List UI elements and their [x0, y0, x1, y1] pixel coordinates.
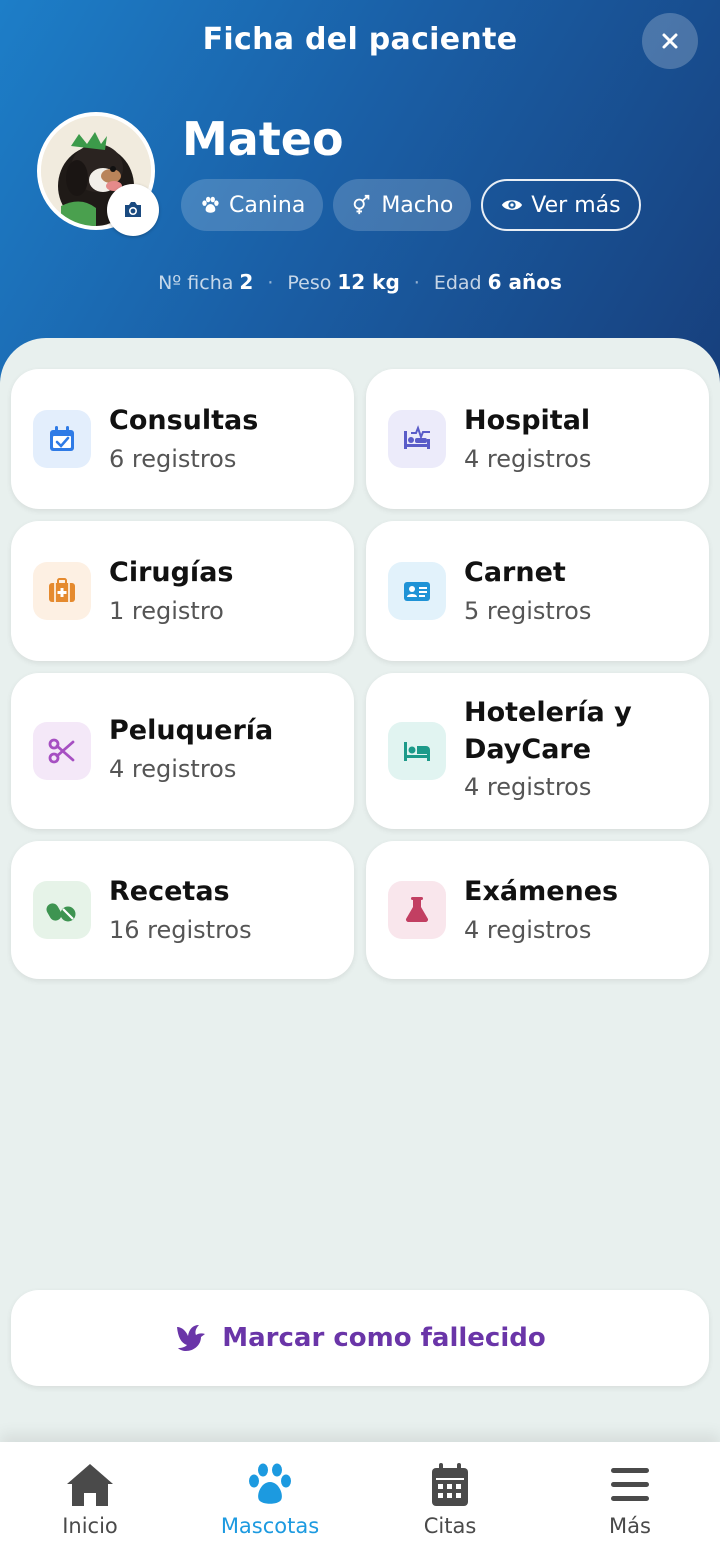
section-count: 4 registros: [464, 445, 592, 473]
sex-label: Macho: [381, 192, 454, 218]
section-count: 4 registros: [464, 773, 592, 801]
nav-label: Mascotas: [220, 1514, 320, 1538]
species-chip: Canina: [181, 179, 324, 231]
ficha-value: 2: [239, 270, 254, 294]
calendar-check-icon: [50, 426, 74, 451]
id-card-icon: [404, 582, 430, 601]
edad-label: Edad: [433, 272, 482, 294]
nav-label: Citas: [423, 1514, 477, 1538]
section-card-peluqueria[interactable]: Peluquería 4 registros: [11, 673, 354, 829]
edad-stat: Edad 6 años: [434, 270, 562, 294]
bottom-navigation: Inicio Mascotas Citas Más: [0, 1442, 720, 1558]
medical-kit-icon: [49, 578, 75, 602]
pet-name: Mateo: [182, 112, 344, 166]
sex-chip: Macho: [333, 179, 472, 231]
hospital-bed-icon: [404, 425, 430, 449]
section-icon-box: [33, 562, 91, 620]
species-label: Canina: [229, 192, 306, 218]
section-card-hoteleria[interactable]: Hotelería y DayCare 4 registros: [366, 673, 709, 829]
section-card-recetas[interactable]: Recetas 16 registros: [11, 841, 354, 979]
section-card-examenes[interactable]: Exámenes 4 registros: [366, 841, 709, 979]
title-bar: Ficha del paciente: [0, 0, 720, 82]
ficha-stat: Nº ficha 2: [158, 270, 253, 294]
peso-stat: Peso 12 kg: [287, 270, 399, 294]
section-count: 1 registro: [109, 597, 224, 625]
section-count: 6 registros: [109, 445, 237, 473]
gender-icon: [354, 194, 370, 215]
mark-deceased-button[interactable]: Marcar como fallecido: [11, 1290, 709, 1386]
paw-icon: [249, 1463, 291, 1504]
section-count: 4 registros: [109, 755, 237, 783]
paw-icon: [202, 196, 219, 213]
section-name: Hotelería y DayCare: [464, 697, 632, 765]
nav-label: Inicio: [62, 1514, 118, 1538]
camera-icon: [125, 202, 141, 217]
section-name: Consultas: [109, 405, 259, 436]
ficha-label: Nº ficha: [158, 272, 234, 294]
section-card-consultas[interactable]: Consultas 6 registros: [11, 369, 354, 509]
section-name: Cirugías: [109, 557, 234, 588]
separator: ·: [267, 272, 274, 294]
section-count: 16 registros: [109, 916, 252, 944]
edad-value: 6 años: [487, 270, 562, 294]
nav-item-mas[interactable]: Más: [540, 1442, 720, 1558]
pet-avatar-container: [37, 112, 159, 236]
page-title: Ficha del paciente: [202, 22, 518, 57]
eye-icon: [502, 200, 523, 210]
section-name: Peluquería: [109, 715, 274, 746]
nav-item-inicio[interactable]: Inicio: [0, 1442, 180, 1558]
section-card-cirugias[interactable]: Cirugías 1 registro: [11, 521, 354, 661]
close-button[interactable]: [642, 13, 698, 69]
flask-icon: [405, 897, 429, 922]
nav-item-citas[interactable]: Citas: [360, 1442, 540, 1558]
mark-deceased-label: Marcar como fallecido: [222, 1323, 546, 1353]
section-name: Carnet: [464, 557, 566, 588]
section-icon-box: [388, 881, 446, 939]
dove-icon: [177, 1325, 206, 1351]
section-icon-box: [33, 881, 91, 939]
peso-value: 12 kg: [337, 270, 400, 294]
section-card-hospital[interactable]: Hospital 4 registros: [366, 369, 709, 509]
bed-icon: [404, 742, 430, 761]
change-photo-button[interactable]: [107, 184, 159, 236]
section-count: 4 registros: [464, 916, 592, 944]
section-icon-box: [388, 410, 446, 468]
view-more-label: Ver más: [531, 192, 621, 218]
separator: ·: [413, 272, 420, 294]
section-icon-box: [33, 410, 91, 468]
calendar-icon: [432, 1463, 468, 1506]
section-icon-box: [388, 562, 446, 620]
menu-icon: [611, 1468, 649, 1501]
section-icon-box: [388, 722, 446, 780]
section-name: Exámenes: [464, 876, 619, 907]
view-more-button[interactable]: Ver más: [481, 179, 641, 231]
home-icon: [67, 1464, 113, 1506]
section-card-carnet[interactable]: Carnet 5 registros: [366, 521, 709, 661]
section-name: Hospital: [464, 405, 591, 436]
nav-label: Más: [609, 1514, 651, 1538]
section-name: Recetas: [109, 876, 230, 907]
patient-stats: Nº ficha 2 · Peso 12 kg · Edad 6 años: [0, 270, 720, 294]
peso-label: Peso: [287, 272, 332, 294]
scissors-icon: [48, 738, 75, 764]
section-icon-box: [33, 722, 91, 780]
section-count: 5 registros: [464, 597, 592, 625]
close-icon: [662, 33, 678, 49]
nav-item-mascotas[interactable]: Mascotas: [180, 1442, 360, 1558]
pills-icon: [46, 903, 76, 922]
pet-chips: Canina Macho Ver más: [181, 179, 641, 231]
